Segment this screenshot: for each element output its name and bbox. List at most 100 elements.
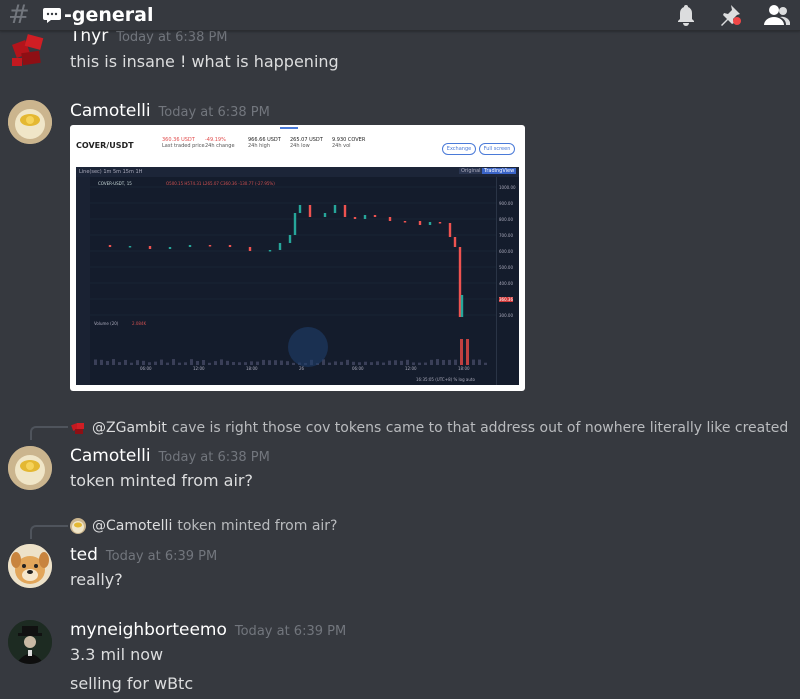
avatar[interactable] bbox=[8, 28, 52, 72]
interval-selector: Line(sec) 1m 5m 15m 1H bbox=[79, 169, 142, 175]
candle bbox=[404, 221, 406, 223]
reply-mention[interactable]: @Camotelli bbox=[92, 518, 172, 534]
bell-icon[interactable] bbox=[676, 4, 696, 26]
volume-bar bbox=[466, 339, 469, 365]
time-tick: 06:00 bbox=[140, 366, 152, 371]
avatar[interactable] bbox=[8, 446, 52, 490]
message-text: this is insane ! what is happening bbox=[70, 52, 339, 71]
stat-label: Last traded price bbox=[162, 143, 205, 149]
fullscreen-button[interactable]: Full screen bbox=[479, 143, 515, 155]
speech-bubble-icon bbox=[42, 5, 62, 25]
candle bbox=[461, 295, 463, 317]
candle bbox=[334, 205, 336, 213]
price-tick: 700.00 bbox=[499, 233, 513, 238]
stat-label: 24h high bbox=[248, 143, 270, 149]
reply-preview[interactable]: @ZGambit cave is right those cov tokens … bbox=[70, 420, 788, 436]
candle bbox=[449, 223, 451, 237]
username[interactable]: ted Today at 6:39 PM bbox=[70, 545, 217, 565]
reply-spine bbox=[30, 525, 68, 539]
candle bbox=[419, 221, 421, 225]
time-tick: 18:00 bbox=[246, 366, 258, 371]
price-tick: 300.00 bbox=[499, 313, 513, 318]
time-axis: 06:00 12:00 18:00 26 06:00 12:00 18:00 bbox=[90, 365, 497, 375]
reply-text: token minted from air? bbox=[177, 518, 337, 534]
price-tick: 500.00 bbox=[499, 265, 513, 270]
channel-name: -general bbox=[64, 4, 154, 26]
message-text: 3.3 mil now bbox=[70, 645, 163, 664]
channel-hash-icon: # bbox=[8, 0, 36, 30]
embedded-image[interactable]: COVER/USDT 360.36 USDT Last traded price … bbox=[70, 125, 525, 391]
stat-label: 24h low bbox=[290, 143, 310, 149]
price-tick: 360.36 bbox=[499, 297, 513, 302]
candle bbox=[309, 205, 311, 217]
reply-text: cave is right those cov tokens came to t… bbox=[172, 420, 788, 436]
candle bbox=[269, 250, 271, 252]
pin-icon[interactable] bbox=[718, 3, 742, 27]
username[interactable]: Camotelli Today at 6:38 PM bbox=[70, 101, 270, 121]
view-original: Original bbox=[459, 168, 483, 174]
time-tick: 12:00 bbox=[193, 366, 205, 371]
candle bbox=[294, 213, 296, 235]
price-chart: Line(sec) 1m 5m 15m 1H Original TradingV… bbox=[76, 167, 519, 385]
candle bbox=[229, 245, 231, 247]
view-tradingview: TradingView bbox=[482, 168, 516, 174]
volume-bar bbox=[460, 339, 463, 365]
message-text: selling for wBtc bbox=[70, 674, 193, 693]
candle bbox=[389, 217, 391, 221]
watermark-logo bbox=[288, 327, 328, 367]
stat-label: 24h vol bbox=[332, 143, 351, 149]
price-tick: 1000.00 bbox=[499, 185, 516, 190]
time-tick: 18:00 bbox=[458, 366, 470, 371]
candle bbox=[249, 247, 251, 251]
channel-header: # -general bbox=[0, 0, 800, 31]
time-tick: 26 bbox=[299, 366, 304, 371]
candle bbox=[279, 243, 281, 250]
embed-pair: COVER/USDT bbox=[76, 141, 134, 150]
exchange-button[interactable]: Exchange bbox=[442, 143, 476, 155]
drawing-tools bbox=[76, 177, 90, 385]
candle bbox=[189, 245, 191, 247]
timestamp: Today at 6:39 PM bbox=[106, 549, 217, 564]
timestamp: Today at 6:39 PM bbox=[235, 624, 346, 639]
timestamp: Today at 6:38 PM bbox=[159, 450, 270, 465]
price-tick: 900.00 bbox=[499, 201, 513, 206]
candle bbox=[169, 247, 171, 249]
reply-avatar bbox=[70, 420, 86, 436]
candle bbox=[354, 217, 356, 219]
candle bbox=[324, 213, 326, 217]
candle bbox=[374, 215, 376, 217]
candle bbox=[299, 205, 301, 213]
embed-header: COVER/USDT 360.36 USDT Last traded price … bbox=[70, 125, 525, 163]
price-tick: 400.00 bbox=[499, 281, 513, 286]
time-tick: 06:00 bbox=[352, 366, 364, 371]
candle bbox=[344, 205, 346, 217]
candle bbox=[364, 215, 366, 219]
avatar[interactable] bbox=[8, 620, 52, 664]
members-icon[interactable] bbox=[764, 4, 790, 26]
message-text: really? bbox=[70, 570, 123, 589]
username[interactable]: myneighborteemo Today at 6:39 PM bbox=[70, 620, 346, 640]
header-toolbar bbox=[676, 0, 790, 30]
avatar[interactable] bbox=[8, 100, 52, 144]
time-tick: 12:00 bbox=[405, 366, 417, 371]
reply-mention[interactable]: @ZGambit bbox=[92, 420, 167, 436]
price-tick: 600.00 bbox=[499, 249, 513, 254]
timestamp: Today at 6:38 PM bbox=[159, 105, 270, 120]
reply-preview[interactable]: @Camotelli token minted from air? bbox=[70, 518, 337, 534]
candles-area bbox=[90, 177, 497, 385]
username[interactable]: Camotelli Today at 6:38 PM bbox=[70, 446, 270, 466]
candle bbox=[149, 246, 151, 249]
candle bbox=[109, 245, 111, 247]
price-axis: 1000.00 900.00 800.00 700.00 600.00 500.00 400… bbox=[496, 177, 519, 385]
avatar[interactable] bbox=[8, 544, 52, 588]
candle bbox=[129, 246, 131, 248]
reply-spine bbox=[30, 426, 68, 440]
candle bbox=[289, 235, 291, 243]
chart-toolbar: Line(sec) 1m 5m 15m 1H Original TradingV… bbox=[76, 167, 519, 177]
chart-footer: 16:35:05 (UTC+8) % log auto bbox=[416, 377, 475, 382]
stat-label: 24h change bbox=[205, 143, 235, 149]
price-tick: 800.00 bbox=[499, 217, 513, 222]
message-text: token minted from air? bbox=[70, 471, 253, 490]
timestamp: Today at 6:38 PM bbox=[116, 30, 227, 45]
candle bbox=[429, 222, 431, 225]
